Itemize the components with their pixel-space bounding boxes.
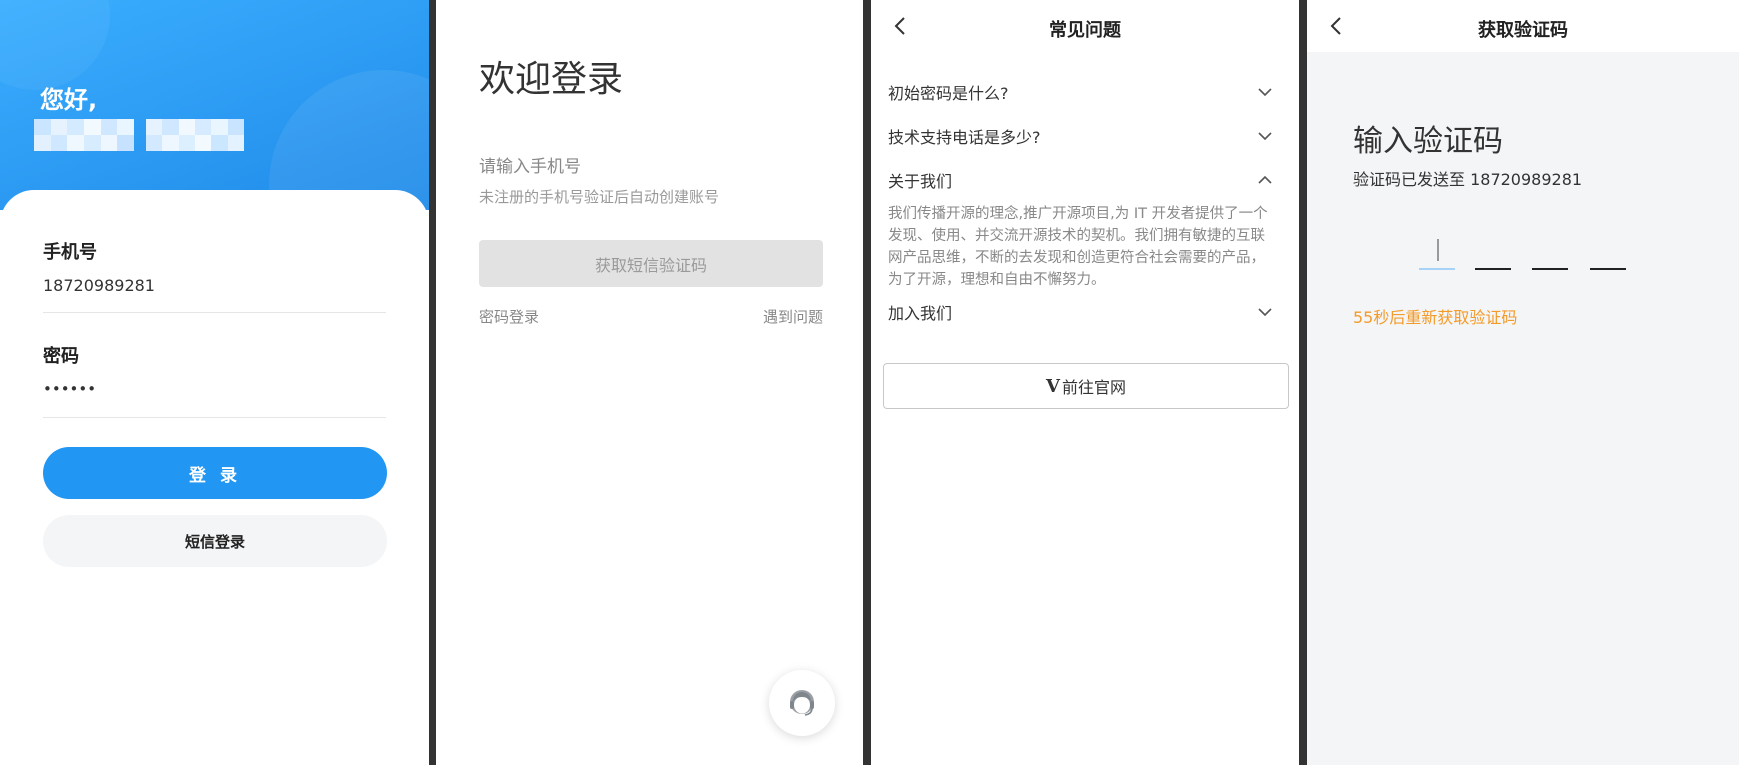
- blurred-username: [34, 119, 244, 151]
- mosaic-block: [146, 119, 244, 151]
- faq-item[interactable]: 关于我们: [888, 168, 1274, 192]
- code-sent-text: 验证码已发送至 18720989281: [1353, 170, 1583, 189]
- login-panel: 您好, 手机号 18720989281 密码 •••••• 登 录 短信登录: [0, 0, 429, 765]
- phone-input[interactable]: 请输入手机号: [479, 152, 581, 177]
- faq-item[interactable]: 初始密码是什么?: [888, 80, 1274, 104]
- v-logo-icon: V: [1046, 375, 1060, 397]
- customer-service-button[interactable]: [769, 670, 835, 736]
- register-hint: 未注册的手机号验证后自动创建账号: [479, 188, 720, 206]
- sms-login-button[interactable]: 短信登录: [43, 515, 387, 567]
- chevron-up-icon: [1258, 175, 1272, 184]
- verify-code-panel: 获取验证码 输入验证码 验证码已发送至 18720989281 55秒后重新获取…: [1307, 0, 1739, 765]
- phone-field[interactable]: 18720989281: [43, 276, 155, 295]
- faq-answer: 我们传播开源的理念,推广开源项目,为 IT 开发者提供了一个发现、使用、并交流开…: [888, 206, 1268, 288]
- customer-service-icon: [790, 690, 814, 716]
- chevron-down-icon: [1258, 132, 1272, 141]
- page-title: 常见问题: [1049, 20, 1121, 41]
- faq-question: 关于我们: [888, 172, 953, 191]
- faq-question: 技术支持电话是多少?: [888, 128, 1041, 147]
- page-title: 获取验证码: [1478, 20, 1568, 41]
- divider: [43, 417, 386, 418]
- navbar: 获取验证码: [1307, 0, 1739, 52]
- login-button[interactable]: 登 录: [43, 447, 387, 499]
- code-digit-input[interactable]: [1532, 268, 1568, 270]
- navbar: 常见问题: [871, 0, 1299, 52]
- text-cursor: [1437, 239, 1439, 261]
- problem-link[interactable]: 遇到问题: [763, 306, 823, 327]
- chevron-down-icon: [1258, 308, 1272, 317]
- chevron-down-icon: [1258, 88, 1272, 97]
- password-login-link[interactable]: 密码登录: [479, 306, 539, 327]
- greeting-text: 您好,: [40, 86, 98, 114]
- code-digit-input[interactable]: [1590, 268, 1626, 270]
- phone-label: 手机号: [43, 242, 97, 263]
- login-header: 您好,: [0, 0, 429, 300]
- official-website-button[interactable]: V 前往官网: [883, 363, 1289, 409]
- code-digit-input[interactable]: [1419, 268, 1455, 270]
- page-title: 欢迎登录: [479, 59, 624, 100]
- divider: [43, 312, 386, 313]
- code-digit-input[interactable]: [1475, 268, 1511, 270]
- verify-heading: 输入验证码: [1353, 124, 1503, 159]
- mosaic-block: [34, 119, 134, 151]
- button-label: 前往官网: [1061, 378, 1126, 397]
- sms-login-panel: 欢迎登录 请输入手机号 未注册的手机号验证后自动创建账号 获取短信验证码 密码登…: [436, 0, 863, 765]
- password-label: 密码: [43, 346, 79, 367]
- faq-item[interactable]: 加入我们: [888, 300, 1274, 324]
- faq-item[interactable]: 技术支持电话是多少?: [888, 124, 1274, 148]
- faq-question: 加入我们: [888, 304, 953, 323]
- header-decoration: [0, 0, 110, 90]
- password-field[interactable]: ••••••: [43, 380, 96, 398]
- resend-countdown[interactable]: 55秒后重新获取验证码: [1353, 304, 1517, 328]
- get-sms-code-button[interactable]: 获取短信验证码: [479, 240, 823, 287]
- faq-panel: 常见问题 初始密码是什么? 技术支持电话是多少? 关于我们 我们传播开源的理念,…: [871, 0, 1299, 765]
- faq-question: 初始密码是什么?: [888, 84, 1009, 103]
